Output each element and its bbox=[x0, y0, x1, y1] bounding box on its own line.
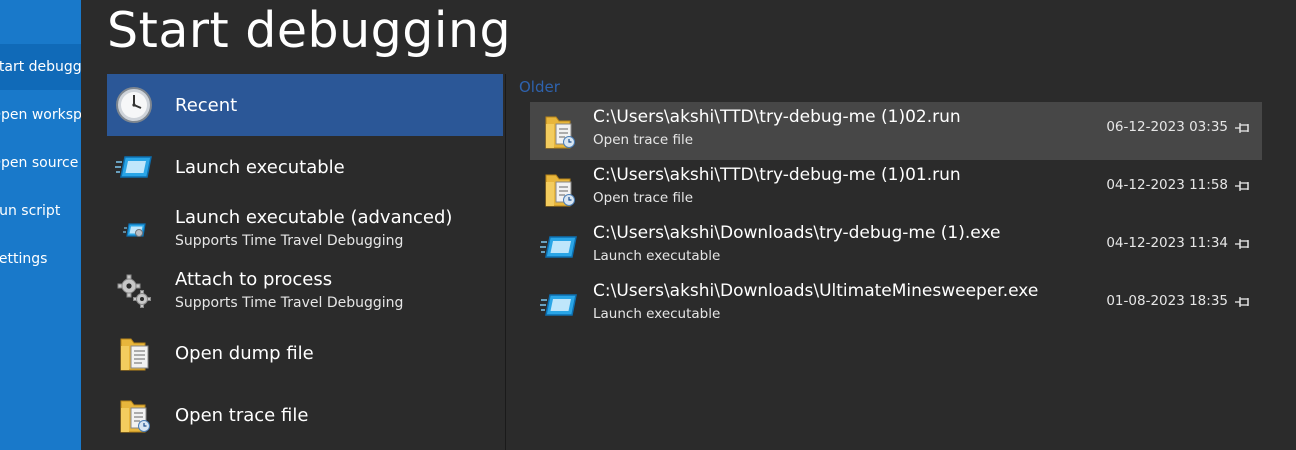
pin-icon[interactable] bbox=[1234, 119, 1252, 137]
sidebar-item-label: Open source file bbox=[0, 155, 81, 171]
recent-item-path: C:\Users\akshi\Downloads\UltimateMineswe… bbox=[593, 281, 1039, 301]
recent-item-type: Open trace file bbox=[593, 132, 694, 148]
executable-window-icon bbox=[540, 286, 578, 324]
sidebar-item-start-debugging[interactable]: Start debugging bbox=[0, 44, 81, 90]
recent-list: C:\Users\akshi\TTD\try-debug-me (1)02.ru… bbox=[530, 102, 1262, 334]
recent-item-type: Launch executable bbox=[593, 306, 721, 322]
sidebar-item-label: Run script bbox=[0, 203, 61, 219]
recent-item-date: 06-12-2023 03:35 bbox=[1106, 119, 1228, 135]
menu-item-recent[interactable]: Recent bbox=[107, 74, 503, 136]
start-debugging-menu: Recent Launch executable Launch executab bbox=[107, 74, 503, 446]
trace-file-folder-icon bbox=[540, 170, 578, 208]
executable-window-icon bbox=[540, 228, 578, 266]
menu-item-label: Open trace file bbox=[175, 405, 309, 426]
sidebar-item-open-source-file[interactable]: Open source file bbox=[0, 140, 81, 186]
menu-item-label: Recent bbox=[175, 95, 238, 116]
sidebar-item-label: Start debugging bbox=[0, 59, 81, 75]
menu-item-sublabel: Supports Time Travel Debugging bbox=[175, 233, 404, 249]
sidebar: Start debugging Open workspace Open sour… bbox=[0, 0, 81, 450]
recent-item-date: 04-12-2023 11:34 bbox=[1106, 235, 1228, 251]
recent-item[interactable]: C:\Users\akshi\Downloads\UltimateMineswe… bbox=[530, 276, 1262, 334]
recent-item-date: 04-12-2023 11:58 bbox=[1106, 177, 1228, 193]
sidebar-item-settings[interactable]: Settings bbox=[0, 236, 81, 282]
recent-item-path: C:\Users\akshi\TTD\try-debug-me (1)01.ru… bbox=[593, 165, 961, 185]
recent-item[interactable]: C:\Users\akshi\TTD\try-debug-me (1)01.ru… bbox=[530, 160, 1262, 218]
sidebar-item-label: Settings bbox=[0, 251, 48, 267]
menu-item-label: Launch executable bbox=[175, 157, 345, 178]
pin-icon[interactable] bbox=[1234, 177, 1252, 195]
executable-advanced-icon bbox=[115, 210, 153, 248]
menu-item-label: Launch executable (advanced) bbox=[175, 207, 453, 228]
menu-item-launch-executable[interactable]: Launch executable bbox=[107, 136, 503, 198]
recent-item-date: 01-08-2023 18:35 bbox=[1106, 293, 1228, 309]
dump-file-folder-icon bbox=[115, 334, 153, 372]
menu-item-attach-to-process[interactable]: Attach to process Supports Time Travel D… bbox=[107, 260, 503, 322]
menu-item-sublabel: Supports Time Travel Debugging bbox=[175, 295, 404, 311]
recent-item-type: Launch executable bbox=[593, 248, 721, 264]
pin-icon[interactable] bbox=[1234, 293, 1252, 311]
recent-item-type: Open trace file bbox=[593, 190, 694, 206]
recent-group-label: Older bbox=[519, 78, 560, 96]
clock-icon bbox=[115, 86, 153, 124]
sidebar-item-label: Open workspace bbox=[0, 107, 81, 123]
recent-item[interactable]: C:\Users\akshi\TTD\try-debug-me (1)02.ru… bbox=[530, 102, 1262, 160]
sidebar-item-open-workspace[interactable]: Open workspace bbox=[0, 92, 81, 138]
menu-item-label: Attach to process bbox=[175, 269, 333, 290]
trace-file-folder-icon bbox=[115, 396, 153, 434]
recent-item-path: C:\Users\akshi\Downloads\try-debug-me (1… bbox=[593, 223, 1001, 243]
menu-item-launch-executable-advanced[interactable]: Launch executable (advanced) Supports Ti… bbox=[107, 198, 503, 260]
gears-icon bbox=[115, 272, 153, 310]
menu-item-open-trace-file[interactable]: Open trace file bbox=[107, 384, 503, 446]
panel-divider bbox=[505, 74, 506, 450]
menu-item-open-dump-file[interactable]: Open dump file bbox=[107, 322, 503, 384]
sidebar-item-run-script[interactable]: Run script bbox=[0, 188, 81, 234]
recent-item-path: C:\Users\akshi\TTD\try-debug-me (1)02.ru… bbox=[593, 107, 961, 127]
menu-item-label: Open dump file bbox=[175, 343, 314, 364]
recent-item[interactable]: C:\Users\akshi\Downloads\try-debug-me (1… bbox=[530, 218, 1262, 276]
pin-icon[interactable] bbox=[1234, 235, 1252, 253]
page-title: Start debugging bbox=[107, 2, 512, 59]
trace-file-folder-icon bbox=[540, 112, 578, 150]
executable-window-icon bbox=[115, 148, 153, 186]
